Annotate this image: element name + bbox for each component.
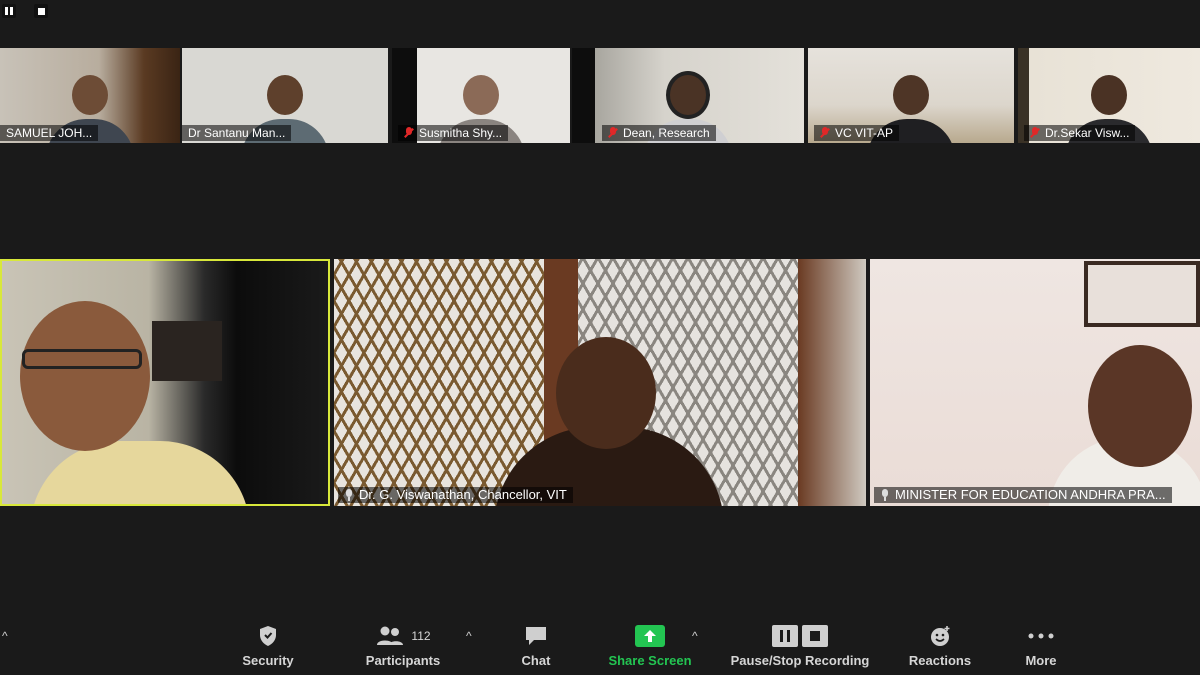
- audio-options-caret[interactable]: ^: [2, 629, 8, 643]
- pause-icon: [772, 625, 798, 647]
- muted-mic-icon: [1030, 127, 1040, 139]
- mic-icon: [880, 489, 890, 501]
- pause-stop-recording-button[interactable]: Pause/Stop Recording: [720, 623, 880, 668]
- participant-name-tag: Dr Santanu Man...: [182, 125, 292, 141]
- participant-name-tag: SAMUEL JOH...: [0, 125, 99, 141]
- glasses-decor: [22, 349, 142, 369]
- tile-view-button[interactable]: [2, 4, 16, 18]
- wall-photo-frame: [1084, 261, 1200, 327]
- participant-thumbnail[interactable]: Dean, Research: [572, 48, 804, 143]
- shield-icon: [260, 626, 276, 646]
- bookshelf-decor: [152, 321, 222, 381]
- muted-mic-icon: [404, 127, 414, 139]
- share-options-caret[interactable]: ^: [692, 629, 698, 643]
- share-screen-button[interactable]: Share Screen: [600, 623, 700, 668]
- participant-name-tag: MINISTER FOR EDUCATION ANDHRA PRA...: [874, 487, 1172, 503]
- participant-thumbnail[interactable]: SAMUEL JOH...: [0, 48, 180, 143]
- participant-count: 112: [411, 629, 431, 643]
- muted-mic-icon: [608, 127, 618, 139]
- fullscreen-button[interactable]: [34, 4, 48, 18]
- reactions-icon: [931, 626, 950, 646]
- participant-video: [20, 301, 150, 451]
- wall: [798, 259, 866, 506]
- participant-video: [1088, 345, 1192, 467]
- stop-icon: [802, 625, 828, 647]
- more-button[interactable]: More: [1016, 623, 1066, 668]
- participant-thumbnail[interactable]: Dr Santanu Man...: [182, 48, 388, 143]
- active-speaker-tile[interactable]: [0, 259, 330, 506]
- security-button[interactable]: Security: [238, 623, 298, 668]
- more-icon: [1028, 633, 1054, 639]
- chat-icon: [526, 627, 546, 645]
- muted-mic-icon: [820, 127, 830, 139]
- participant-name-tag: Dean, Research: [602, 125, 716, 141]
- participant-thumbnail[interactable]: Dr.Sekar Visw...: [1018, 48, 1200, 143]
- participant-thumbnail[interactable]: VC VIT-AP: [808, 48, 1014, 143]
- participants-icon: [377, 626, 404, 645]
- participants-button[interactable]: 112 Participants: [358, 623, 448, 668]
- participants-options-caret[interactable]: ^: [466, 629, 472, 643]
- participant-name-tag: VC VIT-AP: [814, 125, 900, 141]
- participant-name-tag: Dr. G. Viswanathan, Chancellor, VIT: [338, 487, 573, 503]
- mic-icon: [344, 489, 354, 501]
- participant-tile[interactable]: Dr. G. Viswanathan, Chancellor, VIT: [334, 259, 866, 506]
- participant-name-tag: Susmitha Shy...: [398, 125, 509, 141]
- participant-video: [556, 337, 656, 449]
- participant-tile[interactable]: MINISTER FOR EDUCATION ANDHRA PRA...: [870, 259, 1200, 506]
- share-screen-icon: [635, 625, 665, 647]
- participant-thumbnail[interactable]: Susmitha Shy...: [392, 48, 570, 143]
- reactions-button[interactable]: Reactions: [900, 623, 980, 668]
- meeting-toolbar: ^ Security 112 Participants ^ Chat Share…: [0, 615, 1200, 675]
- participant-name-tag: Dr.Sekar Visw...: [1024, 125, 1136, 141]
- chat-button[interactable]: Chat: [512, 623, 560, 668]
